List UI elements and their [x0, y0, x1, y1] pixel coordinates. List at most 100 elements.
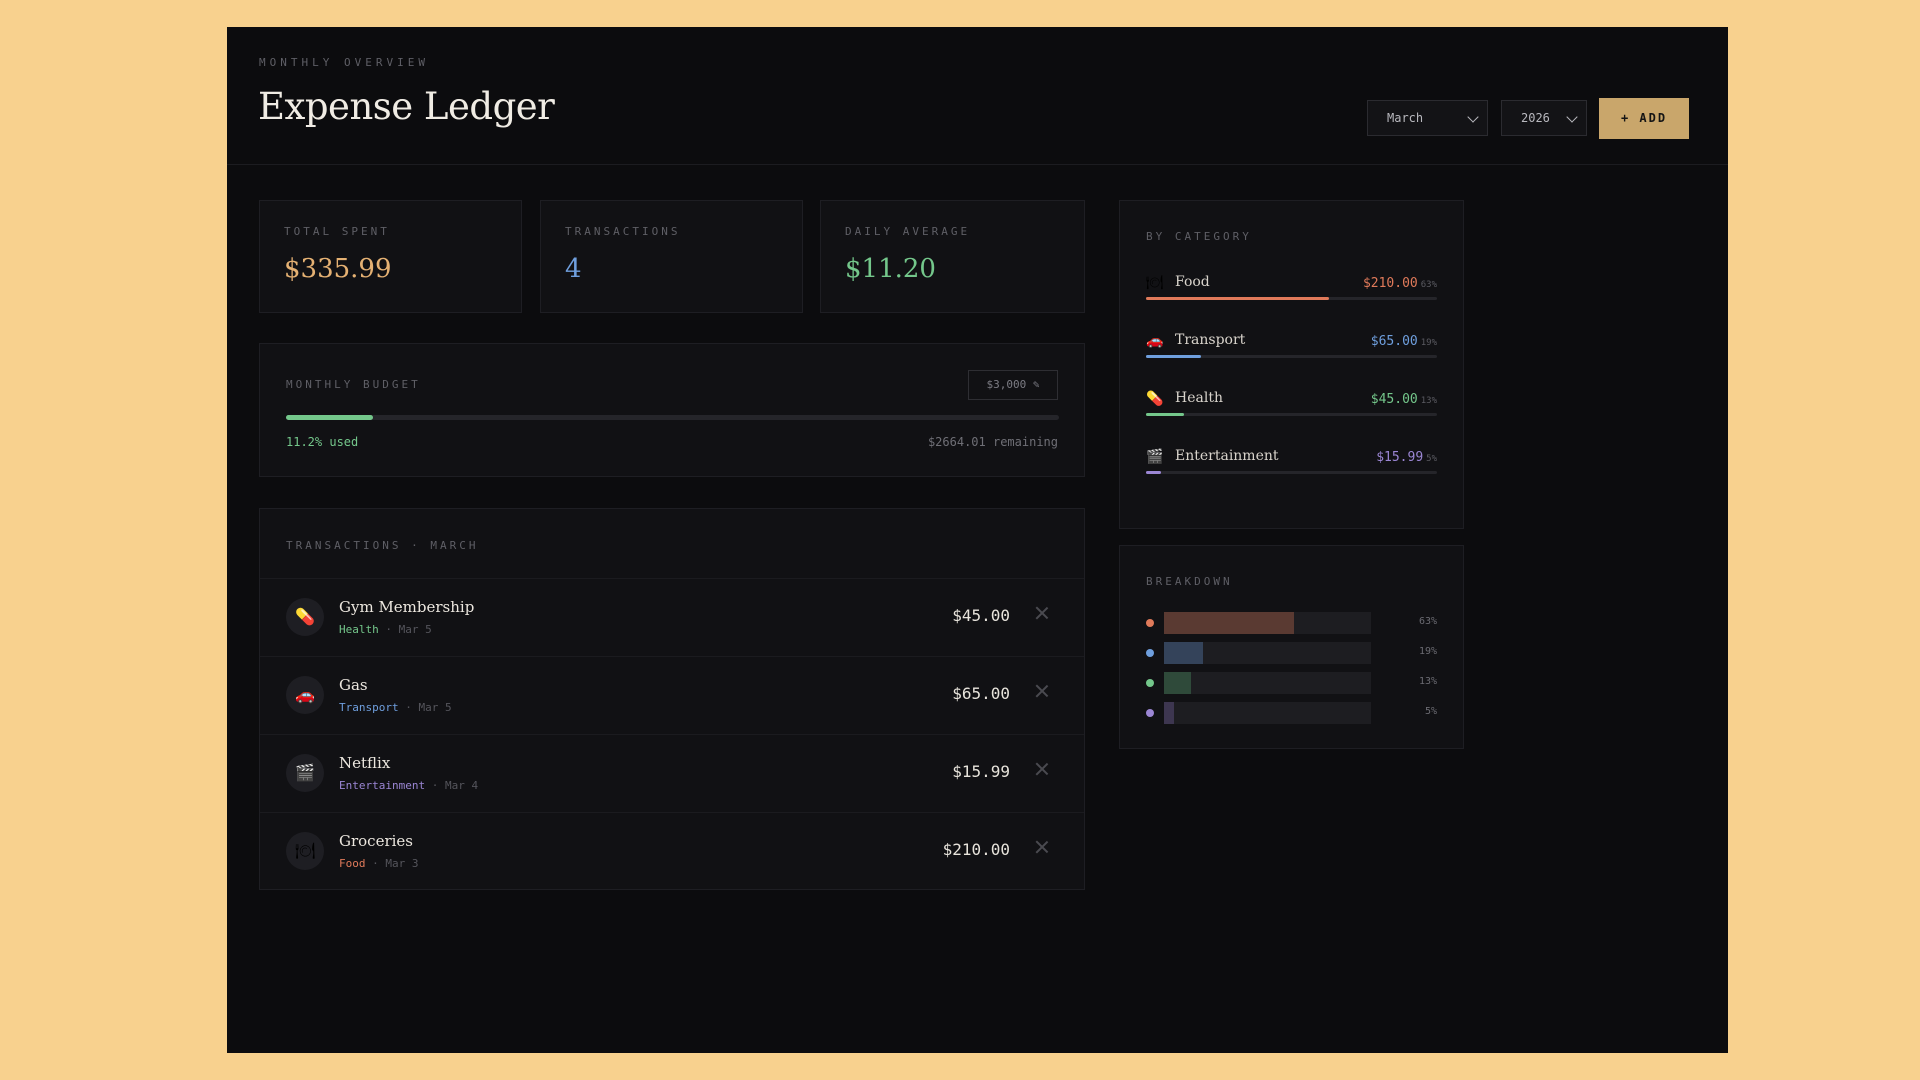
- pill-icon: 💊: [286, 598, 324, 636]
- transaction-name: Gas: [339, 676, 368, 694]
- transaction-date: Mar 4: [444, 779, 479, 792]
- category-row: 🚗 Transport $65.00 19%: [1146, 332, 1437, 373]
- breakdown-bar: [1164, 702, 1175, 724]
- by-category-card: BY CATEGORY 🍽 Food $210.00 63% 🚗 Transport $65…: [1119, 200, 1464, 529]
- budget-label: MONTHLY BUDGET: [286, 378, 421, 391]
- category-amount: $210.00: [1362, 276, 1418, 291]
- breakdown-percent: 19%: [1418, 646, 1437, 657]
- month-select-value: March: [1387, 111, 1424, 125]
- category-name: Transport: [1175, 332, 1246, 348]
- breakdown-bar: [1164, 612, 1295, 634]
- transaction-category: Transport: [339, 701, 399, 714]
- legend-dot: [1146, 679, 1154, 687]
- chevron-down-icon: [1467, 111, 1479, 123]
- category-percent: 5%: [1426, 454, 1437, 464]
- legend-dot: [1146, 649, 1154, 657]
- category-amount-group: $210.00 63%: [1363, 276, 1437, 291]
- page-eyebrow: MONTHLY OVERVIEW: [259, 56, 429, 69]
- breakdown-bar-track: [1164, 612, 1371, 634]
- car-icon: 🚗: [1146, 333, 1164, 349]
- breakdown-percent: 13%: [1418, 676, 1437, 687]
- transaction-category: Entertainment: [339, 779, 426, 792]
- clapper-icon: 🎬: [286, 754, 324, 792]
- chevron-down-icon: [1566, 111, 1578, 123]
- transaction-meta: Entertainment · Mar 4: [339, 779, 478, 792]
- category-percent: 13%: [1420, 396, 1437, 406]
- category-name: Entertainment: [1175, 448, 1279, 464]
- meta-separator: ·: [398, 701, 419, 714]
- transaction-name: Netflix: [339, 754, 391, 772]
- category-amount-group: $45.00 13%: [1371, 392, 1437, 407]
- transaction-amount: $45.00: [952, 606, 1010, 625]
- transaction-meta: Transport · Mar 5: [339, 701, 452, 714]
- category-progress-fill: [1146, 297, 1330, 300]
- meta-separator: ·: [378, 623, 399, 636]
- category-amount-group: $65.00 19%: [1371, 334, 1437, 349]
- category-progress-track: [1146, 413, 1437, 416]
- transaction-date: Mar 5: [398, 623, 432, 636]
- month-select[interactable]: March: [1367, 100, 1488, 136]
- category-progress-track: [1146, 297, 1437, 300]
- transaction-amount: $210.00: [942, 840, 1010, 859]
- category-amount: $15.99: [1376, 450, 1424, 465]
- plate-icon: 🍽: [1146, 275, 1164, 291]
- app-window: MONTHLY OVERVIEW Expense Ledger March 20…: [227, 27, 1728, 1053]
- delete-transaction-icon[interactable]: [1034, 683, 1050, 699]
- transaction-row: 🚗 Gas Transport · Mar 5 $65.00: [260, 656, 1084, 733]
- budget-progress-fill: [286, 415, 373, 420]
- transaction-row: 🍽 Groceries Food · Mar 3 $210.00: [260, 812, 1084, 889]
- breakdown-bar: [1164, 642, 1204, 664]
- category-percent: 63%: [1420, 280, 1437, 290]
- meta-separator: ·: [425, 779, 445, 792]
- transactions-count-card: TRANSACTIONS 4: [540, 200, 803, 313]
- breakdown-percent: 63%: [1418, 616, 1437, 627]
- transaction-name: Groceries: [339, 832, 414, 850]
- transaction-row: 🎬 Netflix Entertainment · Mar 4 $15.99: [260, 734, 1084, 811]
- transaction-category: Health: [339, 623, 379, 636]
- budget-remaining-text: $2664.01 remaining: [927, 435, 1058, 449]
- legend-dot: [1146, 619, 1154, 627]
- breakdown-bar-track: [1164, 702, 1371, 724]
- breakdown-bar-track: [1164, 642, 1371, 664]
- transactions-count-value: 4: [565, 254, 582, 284]
- daily-average-card: DAILY AVERAGE $11.20: [820, 200, 1085, 313]
- delete-transaction-icon[interactable]: [1034, 761, 1050, 777]
- delete-transaction-icon[interactable]: [1034, 839, 1050, 855]
- breakdown-row: 13%: [1146, 672, 1437, 694]
- daily-average-label: DAILY AVERAGE: [845, 225, 971, 238]
- breakdown-bar: [1164, 672, 1191, 694]
- delete-transaction-icon[interactable]: [1034, 605, 1050, 621]
- budget-used-text: 11.2% used: [286, 435, 359, 449]
- monthly-budget-card: MONTHLY BUDGET $3,000 ✎ 11.2% used $2664…: [259, 343, 1085, 477]
- year-select-value: 2026: [1521, 111, 1550, 125]
- transaction-amount: $15.99: [952, 762, 1010, 781]
- budget-progress-track: [286, 415, 1059, 420]
- breakdown-percent: 5%: [1424, 706, 1437, 717]
- year-select[interactable]: 2026: [1501, 100, 1587, 136]
- transaction-meta: Food · Mar 3: [339, 857, 419, 870]
- category-progress-fill: [1146, 355, 1202, 358]
- category-amount-group: $15.99 5%: [1376, 450, 1437, 465]
- category-amount: $65.00: [1370, 334, 1418, 349]
- transaction-meta: Health · Mar 5: [339, 623, 432, 636]
- category-name: Food: [1175, 274, 1210, 290]
- category-amount: $45.00: [1370, 392, 1418, 407]
- page-header: MONTHLY OVERVIEW Expense Ledger March 20…: [227, 27, 1728, 165]
- transaction-row: 💊 Gym Membership Health · Mar 5 $45.00: [260, 578, 1084, 655]
- edit-budget-button[interactable]: $3,000 ✎: [968, 370, 1058, 400]
- meta-separator: ·: [365, 857, 386, 870]
- breakdown-bar-track: [1164, 672, 1371, 694]
- car-icon: 🚗: [286, 676, 324, 714]
- pill-icon: 💊: [1146, 391, 1164, 407]
- clapper-icon: 🎬: [1146, 449, 1164, 465]
- breakdown-row: 19%: [1146, 642, 1437, 664]
- category-row: 🎬 Entertainment $15.99 5%: [1146, 448, 1437, 489]
- transactions-list-card: TRANSACTIONS · MARCH 💊 Gym Membership Heal…: [259, 508, 1085, 890]
- transaction-amount: $65.00: [952, 684, 1010, 703]
- category-name: Health: [1175, 390, 1223, 406]
- transactions-count-label: TRANSACTIONS: [565, 225, 681, 238]
- total-spent-value: $335.99: [284, 254, 392, 284]
- category-progress-track: [1146, 471, 1437, 474]
- category-row: 💊 Health $45.00 13%: [1146, 390, 1437, 431]
- add-expense-button[interactable]: + ADD: [1599, 98, 1689, 139]
